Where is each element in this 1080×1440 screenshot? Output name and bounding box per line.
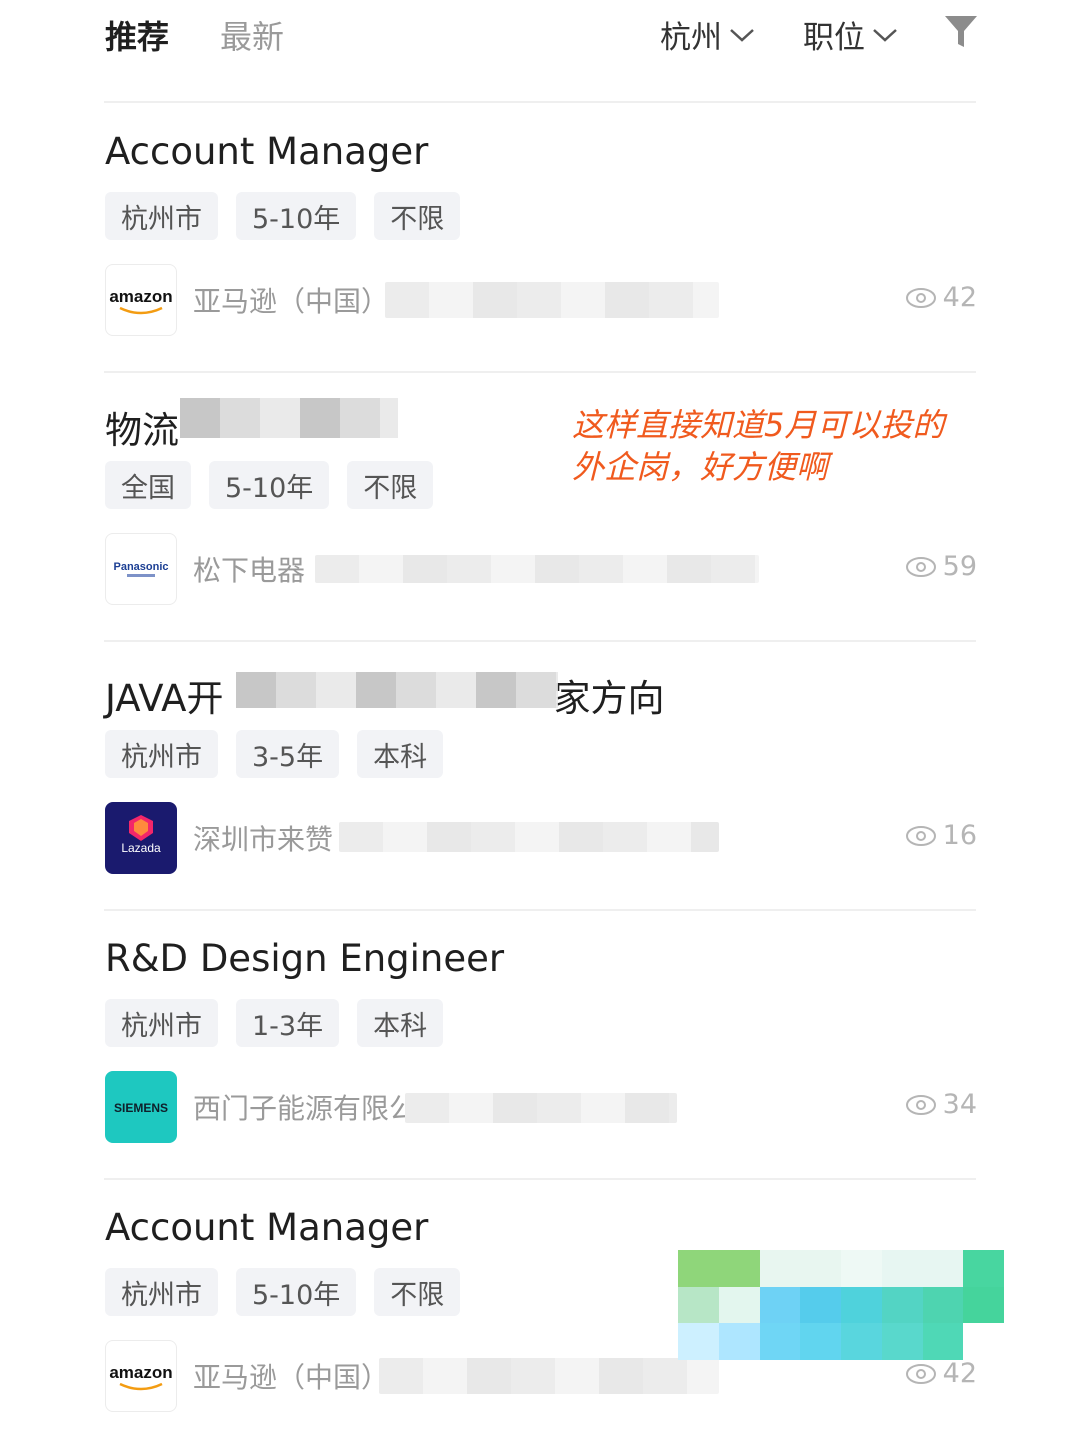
tag-experience: 5-10年 — [209, 461, 330, 509]
job-title[interactable]: Account Manager — [105, 130, 428, 173]
job-tags: 全国 5-10年 不限 — [105, 461, 434, 509]
tag-experience: 3-5年 — [236, 730, 340, 778]
position-filter-label: 职位 — [803, 20, 865, 56]
tag-location: 杭州市 — [105, 1268, 218, 1316]
annotation-text: 这样直接知道5月可以投的 外企岗，好方便啊 — [572, 404, 1002, 488]
tag-education: 不限 — [374, 192, 461, 240]
tag-education: 不限 — [374, 1268, 461, 1316]
chevron-down-icon — [873, 28, 897, 42]
company-row[interactable]: Lazada 深圳市来赞 16 — [105, 802, 977, 876]
funnel-filter-icon[interactable] — [944, 14, 978, 50]
annotation-line-1: 这样直接知道5月可以投的 — [572, 406, 945, 444]
lazada-logo-text: Lazada — [121, 841, 161, 855]
blurred-title — [180, 398, 398, 438]
job-title-head: JAVA开 — [105, 677, 224, 720]
panasonic-logo-text: Panasonic — [113, 561, 168, 573]
siemens-logo-text: SIEMENS — [114, 1101, 168, 1115]
company-row[interactable]: SIEMENS 西门子能源有限公 34 — [105, 1071, 977, 1145]
company-name: 亚马逊（中国） — [193, 285, 390, 318]
eye-icon — [905, 556, 936, 577]
view-count-value: 42 — [942, 1358, 977, 1389]
tag-experience: 1-3年 — [236, 999, 340, 1047]
view-count: 42 — [905, 1358, 977, 1389]
tab-latest[interactable]: 最新 — [220, 12, 284, 58]
company-row[interactable]: amazon 亚马逊（中国） 42 — [105, 264, 977, 338]
job-title[interactable]: 物流 — [105, 400, 179, 454]
eye-icon — [905, 825, 936, 846]
view-count-value: 59 — [942, 551, 977, 582]
view-count: 42 — [905, 282, 977, 313]
top-bar: 推荐 最新 杭州 职位 — [0, 0, 1080, 100]
tag-location: 杭州市 — [105, 730, 218, 778]
view-count: 34 — [905, 1089, 977, 1120]
panasonic-logo: Panasonic — [105, 533, 177, 605]
divider — [104, 909, 976, 911]
tag-education: 本科 — [357, 999, 444, 1047]
view-count-value: 16 — [942, 820, 977, 851]
tag-education: 不限 — [347, 461, 434, 509]
blurred-mosaic-overlay — [678, 1250, 1004, 1360]
tag-experience: 5-10年 — [236, 1268, 357, 1316]
blurred-text — [379, 1358, 719, 1394]
view-count: 59 — [905, 551, 977, 582]
tag-education: 本科 — [357, 730, 444, 778]
position-filter[interactable]: 职位 — [803, 12, 899, 57]
blurred-text — [405, 1093, 677, 1123]
job-title[interactable]: R&D Design Engineer — [105, 937, 504, 980]
amazon-logo: amazon — [105, 1340, 177, 1412]
divider — [104, 101, 976, 103]
company-name: 深圳市来赞 — [193, 823, 334, 856]
chevron-down-icon — [730, 28, 754, 42]
view-count-value: 34 — [942, 1089, 977, 1120]
amazon-logo-text: amazon — [109, 1363, 172, 1382]
siemens-logo: SIEMENS — [105, 1071, 177, 1143]
company-row[interactable]: Panasonic 松下电器 59 — [105, 533, 977, 607]
job-tags: 杭州市 5-10年 不限 — [105, 192, 461, 240]
job-tags: 杭州市 1-3年 本科 — [105, 999, 444, 1047]
tab-recommended[interactable]: 推荐 — [105, 12, 169, 58]
eye-icon — [905, 287, 936, 308]
lazada-logo: Lazada — [105, 802, 177, 874]
city-filter-label: 杭州 — [660, 20, 722, 56]
eye-icon — [905, 1094, 936, 1115]
blurred-title — [236, 672, 558, 708]
tag-experience: 5-10年 — [236, 192, 357, 240]
job-tags: 杭州市 5-10年 不限 — [105, 1268, 461, 1316]
eye-icon — [905, 1363, 936, 1384]
tag-location: 全国 — [105, 461, 191, 509]
divider — [104, 371, 976, 373]
divider — [104, 1178, 976, 1180]
job-title-tail: 家方向 — [553, 677, 665, 720]
city-filter[interactable]: 杭州 — [660, 12, 756, 57]
job-tags: 杭州市 3-5年 本科 — [105, 730, 444, 778]
blurred-text — [385, 282, 719, 318]
job-title[interactable]: Account Manager — [105, 1206, 428, 1249]
divider — [104, 640, 976, 642]
blurred-text — [315, 555, 759, 583]
amazon-logo: amazon — [105, 264, 177, 336]
amazon-logo-text: amazon — [109, 287, 172, 306]
tag-location: 杭州市 — [105, 999, 218, 1047]
company-name: 亚马逊（中国） — [193, 1361, 390, 1394]
tag-location: 杭州市 — [105, 192, 218, 240]
company-name: 松下电器 — [193, 554, 306, 587]
view-count-value: 42 — [942, 282, 977, 313]
blurred-text — [339, 822, 719, 852]
annotation-line-2: 外企岗，好方便啊 — [572, 448, 829, 486]
view-count: 16 — [905, 820, 977, 851]
company-name: 西门子能源有限公 — [193, 1092, 418, 1125]
job-list-page: 推荐 最新 杭州 职位 Account Manager 杭州市 5-10年 不限… — [0, 0, 1080, 1440]
